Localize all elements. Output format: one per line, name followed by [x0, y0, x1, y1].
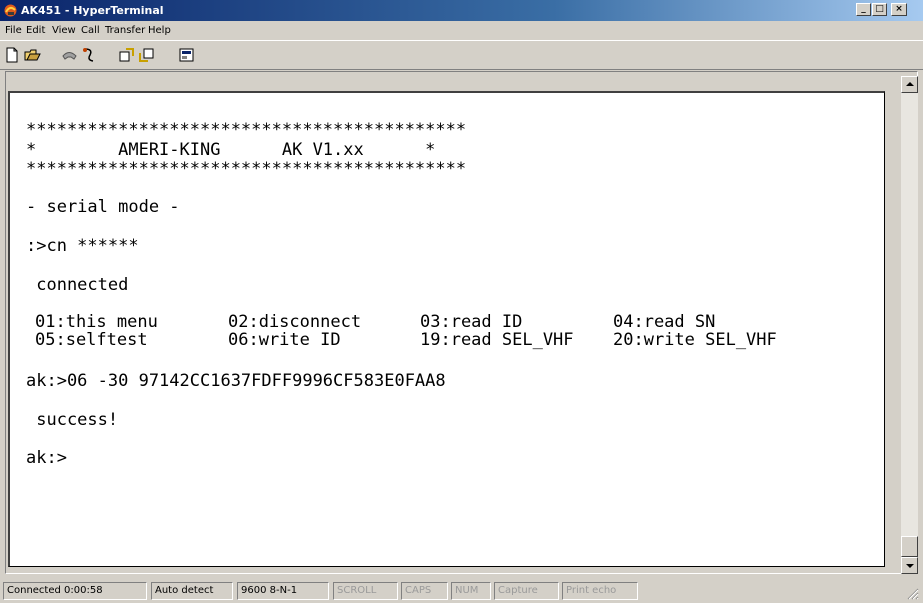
scroll-down-button[interactable] — [901, 557, 918, 574]
arrow-up-icon — [906, 82, 914, 86]
menu-call[interactable]: Call — [81, 25, 100, 36]
banner-stars-bottom: ****************************************… — [26, 159, 467, 179]
hyperterminal-window: AK451 - HyperTerminal _ □ × File Edit Vi… — [0, 0, 923, 603]
menu-view[interactable]: View — [52, 25, 76, 36]
menu-option: 19:read SEL_VHF — [420, 330, 574, 350]
connect-command-line: :>cn ****** — [26, 236, 139, 256]
menu-bar: File Edit View Call Transfer Help — [0, 21, 923, 40]
status-print-echo: Print echo — [562, 582, 638, 600]
menu-file[interactable]: File — [5, 25, 22, 36]
scroll-up-button[interactable] — [901, 76, 918, 93]
status-capture: Capture — [494, 582, 559, 600]
status-bar: Connected 0:00:58 Auto detect 9600 8-N-1… — [0, 580, 923, 603]
close-button[interactable]: × — [891, 3, 907, 16]
serial-mode-line: - serial mode - — [26, 197, 180, 217]
maximize-button[interactable]: □ — [872, 3, 887, 16]
new-icon[interactable] — [4, 47, 21, 63]
terminal-screen[interactable]: ****************************************… — [8, 91, 885, 567]
menu-option: 03:read ID — [420, 312, 523, 332]
hyperterminal-app-icon[interactable] — [3, 3, 18, 18]
status-num: NUM — [451, 582, 491, 600]
properties-icon[interactable] — [178, 47, 195, 63]
banner-stars-top: ****************************************… — [26, 120, 467, 140]
resize-grip-icon[interactable] — [905, 586, 919, 600]
write-id-command-line: ak:>06 -30 97142CC1637FDFF9996CF583E0FAA… — [26, 371, 446, 391]
menu-option: 01:this menu — [35, 312, 158, 332]
menu-option: 04:read SN — [613, 312, 716, 332]
menu-edit[interactable]: Edit — [26, 25, 45, 36]
phone-icon[interactable] — [61, 47, 78, 63]
prompt-line[interactable]: ak:> — [26, 448, 67, 468]
status-detect: Auto detect — [151, 582, 233, 600]
status-connected-time: Connected 0:00:58 — [3, 582, 147, 600]
vertical-scrollbar[interactable] — [901, 76, 918, 574]
banner-title: * AMERI-KING AK V1.xx * — [26, 140, 436, 160]
status-port-settings: 9600 8-N-1 — [237, 582, 329, 600]
status-caps: CAPS — [401, 582, 448, 600]
arrow-down-icon — [906, 564, 914, 568]
disconnect-icon[interactable] — [81, 47, 98, 63]
send-icon[interactable] — [118, 47, 135, 63]
status-scroll: SCROLL — [333, 582, 398, 600]
open-icon[interactable] — [24, 47, 41, 63]
menu-option: 05:selftest — [35, 330, 148, 350]
scroll-thumb[interactable] — [901, 536, 918, 557]
menu-option: 06:write ID — [228, 330, 341, 350]
connected-line: connected — [26, 275, 129, 295]
title-bar[interactable]: AK451 - HyperTerminal _ □ × — [0, 0, 923, 21]
toolbar — [0, 40, 923, 70]
menu-help[interactable]: Help — [148, 25, 171, 36]
menu-option: 02:disconnect — [228, 312, 362, 332]
receive-icon[interactable] — [138, 47, 155, 63]
window-title: AK451 - HyperTerminal — [21, 4, 164, 17]
menu-option: 20:write SEL_VHF — [613, 330, 777, 350]
minimize-button[interactable]: _ — [856, 3, 871, 16]
menu-transfer[interactable]: Transfer — [105, 25, 145, 36]
success-line: success! — [26, 410, 119, 430]
